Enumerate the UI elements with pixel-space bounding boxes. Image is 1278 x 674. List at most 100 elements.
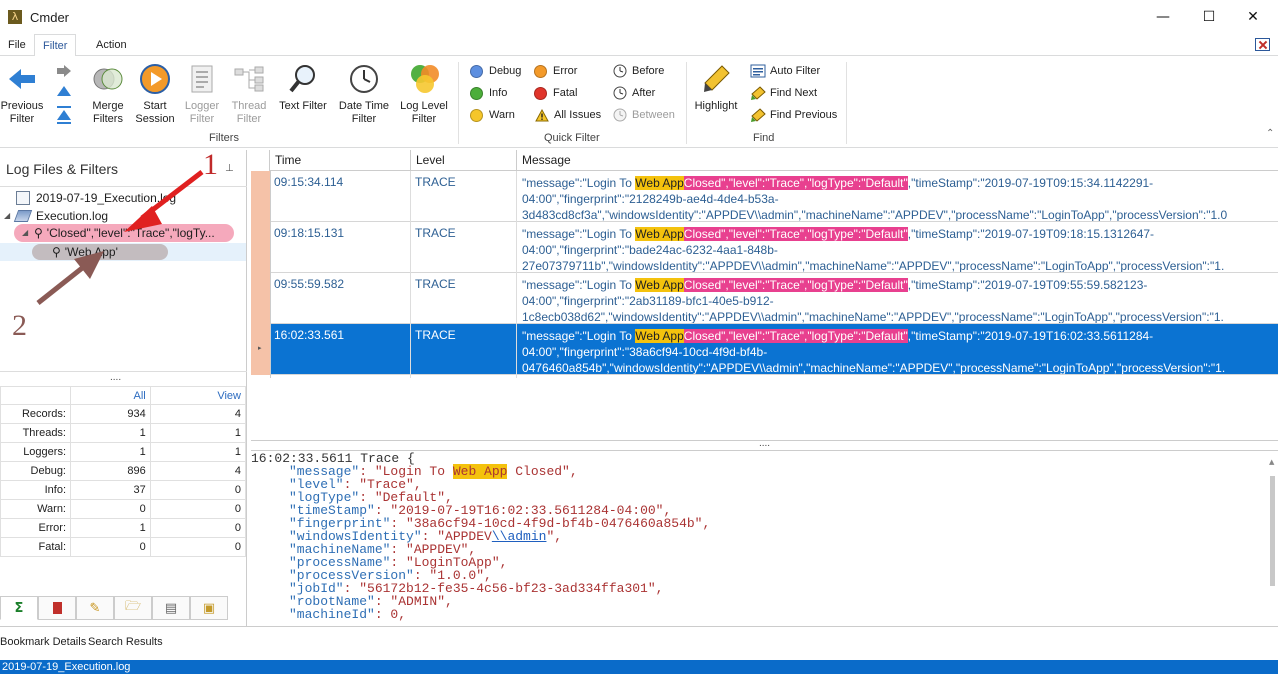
layers-icon: [13, 210, 33, 222]
row-gutter: [251, 222, 270, 273]
error-quick-filter[interactable]: Error: [534, 62, 577, 80]
before-quick-filter[interactable]: Before: [612, 62, 664, 80]
message-cell: "message":"Login To Web AppClosed","leve…: [522, 176, 1228, 221]
sigma-stats-tab-icon[interactable]: Σ: [0, 596, 38, 620]
auto-filter-icon: [750, 64, 766, 78]
merge-filters-button[interactable]: Merge Filters: [86, 56, 130, 126]
arrow-top-icon: [57, 106, 71, 124]
maximize-button[interactable]: ☐: [1186, 0, 1232, 34]
message-cell: "message":"Login To Web AppClosed","leve…: [522, 329, 1226, 374]
note-tab-icon[interactable]: ▣: [190, 596, 228, 620]
table-row[interactable]: 09:15:34.114 TRACE "message":"Login To Web…: [251, 171, 1278, 222]
stats-label: Fatal:: [0, 537, 71, 557]
database-tab-icon[interactable]: ▤: [152, 596, 190, 620]
stats-row: Records: 934 4: [0, 404, 247, 424]
table-row[interactable]: ▸ 16:02:33.561 TRACE "message":"Login To We…: [251, 324, 1278, 375]
splitter-grip[interactable]: ....: [110, 372, 121, 383]
all-column-header[interactable]: All: [70, 386, 151, 405]
clock-between-icon: [612, 108, 628, 122]
fatal-quick-filter[interactable]: Fatal: [534, 84, 577, 102]
stats-label: Warn:: [0, 499, 71, 519]
title-bar: λ Cmder — ☐ ✕: [0, 0, 1278, 34]
auto-filter-button[interactable]: Auto Filter: [750, 62, 820, 80]
table-row[interactable]: 09:55:59.582 TRACE "message":"Login To Web…: [251, 273, 1278, 324]
bookmark-tab-icon[interactable]: [38, 596, 76, 620]
row-gutter: [251, 273, 270, 324]
find-previous-button[interactable]: Find Previous: [750, 106, 837, 124]
app-lambda-icon: λ: [8, 10, 22, 24]
scroll-up-arrow-icon[interactable]: ▲: [1269, 458, 1274, 466]
time-column-header[interactable]: Time: [269, 150, 411, 171]
grid-header: Time Level Message: [251, 150, 1278, 171]
tab-filter[interactable]: Filter: [34, 34, 77, 57]
message-detail-pane: 16:02:33.5611 Trace { "message": "Login …: [251, 452, 1267, 626]
warn-quick-filter[interactable]: Warn: [470, 106, 515, 124]
table-row[interactable]: 09:18:15.131 TRACE "message":"Login To Web…: [251, 222, 1278, 273]
stats-row: Debug: 896 4: [0, 461, 247, 481]
filter-nav-stack: [55, 64, 73, 129]
view-column-header[interactable]: View: [149, 386, 247, 405]
highlight-button[interactable]: Highlight: [692, 56, 740, 113]
horizontal-splitter[interactable]: ....: [251, 439, 1278, 451]
stats-value: 1: [70, 518, 151, 538]
highlight-web-app: Web App: [635, 227, 684, 241]
level-column-header[interactable]: Level: [410, 150, 517, 171]
stats-value: 1: [70, 442, 151, 462]
stats-value: 4: [149, 461, 247, 481]
previous-filter-button[interactable]: Previous Filter: [0, 56, 44, 126]
all-issues-quick-filter[interactable]: All Issues: [534, 106, 601, 124]
find-next-button[interactable]: Find Next: [750, 84, 817, 102]
start-session-button[interactable]: Start Session: [134, 56, 176, 126]
arrow-right-icon: [57, 65, 71, 77]
time-cell: 09:15:34.114: [274, 175, 344, 189]
pencil-tab-icon[interactable]: ✎: [76, 596, 114, 620]
highlighter-pen-icon: [700, 62, 732, 96]
scroll-thumb[interactable]: [1270, 476, 1275, 586]
find-previous-icon: [750, 108, 766, 122]
warn-dot-icon: [470, 108, 483, 122]
thread-filter-button[interactable]: Thread Filter: [228, 56, 270, 126]
fatal-dot-icon: [534, 86, 547, 100]
stats-label: Info:: [0, 480, 71, 500]
debug-quick-filter[interactable]: Debug: [470, 62, 521, 80]
logger-filter-button[interactable]: Logger Filter: [180, 56, 224, 126]
annotation-arrow-red: [124, 170, 204, 232]
tab-action[interactable]: Action: [88, 34, 135, 56]
warning-triangle-icon: [534, 108, 550, 122]
close-button[interactable]: ✕: [1230, 0, 1276, 34]
level-cell: TRACE: [415, 277, 456, 291]
group-separator: [458, 62, 459, 144]
folder-search-tab-icon[interactable]: 🗁: [114, 596, 152, 620]
between-quick-filter[interactable]: Between: [612, 106, 675, 124]
search-filter-icon: ⚲: [34, 226, 43, 240]
admin-link[interactable]: \\admin: [492, 529, 547, 544]
stats-value: 1: [149, 423, 247, 443]
error-dot-icon: [534, 64, 547, 78]
stats-value: 934: [70, 404, 151, 424]
stats-row: Fatal: 0 0: [0, 537, 247, 557]
collapse-ribbon-icon[interactable]: ⌃: [1266, 128, 1274, 139]
minimize-button[interactable]: —: [1140, 0, 1186, 34]
message-column-header[interactable]: Message: [516, 150, 1278, 171]
list-filter-icon: [186, 62, 218, 96]
group-separator: [686, 62, 687, 144]
search-results-tab[interactable]: Search Results: [88, 636, 163, 648]
stats-label: Error:: [0, 518, 71, 538]
bookmark-details-tab[interactable]: Bookmark Details: [0, 636, 86, 648]
pin-icon[interactable]: ⊥: [225, 163, 234, 174]
stats-row: Loggers: 1 1: [0, 442, 247, 462]
tree-item-execution-log[interactable]: ◢ Execution.log: [4, 207, 108, 225]
window-close-small-icon[interactable]: [1255, 38, 1270, 51]
log-level-filter-button[interactable]: Log Level Filter: [398, 56, 450, 126]
info-quick-filter[interactable]: Info: [470, 84, 507, 102]
after-quick-filter[interactable]: After: [612, 84, 655, 102]
date-time-filter-button[interactable]: Date Time Filter: [336, 56, 392, 126]
highlight-closed: Closed","level":"Trace","logType":"Defau…: [683, 227, 908, 241]
tab-file[interactable]: File: [0, 34, 34, 56]
find-next-icon: [750, 86, 766, 100]
info-dot-icon: [470, 86, 483, 100]
detail-scrollbar[interactable]: ▲: [1267, 452, 1278, 626]
text-filter-button[interactable]: Text Filter: [276, 56, 330, 113]
stats-value: 1: [70, 423, 151, 443]
highlight-web-app: Web App: [635, 329, 684, 343]
